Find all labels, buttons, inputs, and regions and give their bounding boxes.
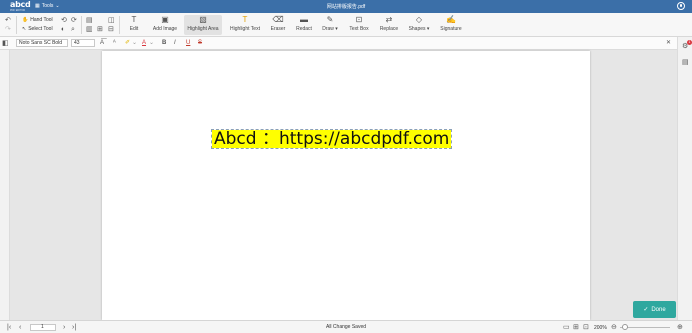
chevron-down-icon[interactable]: ⌄ bbox=[149, 39, 154, 47]
pdf-page[interactable]: Abcd ：https://abcdpdf.com bbox=[102, 51, 590, 320]
document-title: 网站排版报告.pdf bbox=[326, 4, 366, 10]
single-page-view-icon[interactable]: ▭ bbox=[563, 324, 570, 331]
image-icon: ▣ bbox=[161, 15, 169, 24]
tool-edit[interactable]: T Edit bbox=[124, 15, 144, 35]
done-button[interactable]: ✓ Done bbox=[633, 301, 676, 318]
redact-icon: ▬ bbox=[300, 15, 308, 24]
select-tool-label: Select Tool bbox=[28, 26, 53, 32]
redo-icon[interactable]: ↷ bbox=[5, 26, 11, 33]
chevron-down-icon[interactable]: ⌄ bbox=[132, 39, 137, 47]
divider bbox=[16, 16, 17, 34]
shapes-icon: ◇ bbox=[415, 15, 423, 24]
textbox-icon: ⊡ bbox=[355, 15, 363, 24]
status-bar: |‹ ‹ 1 › ›| All Change Saved ▭ ⊞ ⊡ 200% … bbox=[0, 320, 692, 333]
top-bar: abcd PDF EDITOR ▦ Tools ⌄ 网站排版报告.pdf bbox=[0, 0, 692, 13]
rotate-right-icon[interactable]: ⟳ bbox=[71, 17, 77, 24]
columns-icon[interactable]: ◫ bbox=[108, 17, 115, 24]
tool-text-box[interactable]: ⊡ Text Box bbox=[346, 15, 372, 35]
font-family-select[interactable]: Noto Sans SC Bold bbox=[16, 39, 68, 47]
hand-tool-label: Hand Tool bbox=[30, 17, 53, 23]
thumbnail-view-icon[interactable]: ⊞ bbox=[573, 324, 579, 331]
underline-button[interactable]: U bbox=[186, 39, 190, 47]
undo-icon[interactable]: ↶ bbox=[5, 17, 11, 24]
right-panel-rail: ⚙ 1 ▤ bbox=[677, 37, 692, 320]
page-icon[interactable]: ▤ bbox=[86, 17, 93, 24]
zoom-slider-handle[interactable] bbox=[622, 324, 628, 330]
strikethrough-button[interactable]: S bbox=[198, 39, 202, 47]
close-icon[interactable]: ✕ bbox=[666, 39, 671, 47]
font-size-select[interactable]: 43 bbox=[71, 39, 95, 47]
edit-icon: T bbox=[131, 15, 137, 24]
divider bbox=[119, 16, 120, 34]
layout-icon[interactable]: ▥ bbox=[86, 26, 93, 33]
properties-icon[interactable]: ▤ bbox=[682, 59, 689, 66]
highlight-color-icon[interactable]: ✐ bbox=[125, 39, 130, 47]
sidebar-toggle-icon[interactable]: ◧ bbox=[2, 40, 9, 47]
hand-icon: ✋ bbox=[22, 17, 29, 23]
fit-width-icon[interactable]: ⊡ bbox=[583, 324, 589, 331]
divider bbox=[81, 16, 82, 34]
tool-highlight-text[interactable]: T Highlight Text bbox=[226, 15, 264, 35]
bold-button[interactable]: B bbox=[162, 39, 166, 47]
zoom-in-icon[interactable]: ⊕ bbox=[677, 324, 683, 331]
notification-badge: 1 bbox=[687, 40, 692, 45]
text-shrink-icon[interactable]: ᴬ bbox=[113, 39, 116, 47]
replace-icon: ⇄ bbox=[385, 15, 393, 24]
account-icon[interactable] bbox=[677, 2, 685, 10]
highlight-area-icon: ▧ bbox=[199, 15, 207, 24]
tool-shapes[interactable]: ◇ Shapes ▾ bbox=[405, 15, 433, 35]
zoom-out-icon[interactable]: ⊖ bbox=[611, 324, 617, 331]
tool-draw[interactable]: ✎ Draw ▾ bbox=[318, 15, 342, 35]
eraser-icon: ⌫ bbox=[272, 15, 284, 24]
rotate-left-icon[interactable]: ⟲ bbox=[61, 17, 67, 24]
fit-page-icon[interactable]: ⊟ bbox=[108, 26, 114, 33]
contrast-icon[interactable]: ◐ bbox=[61, 26, 65, 33]
done-button-label: Done bbox=[651, 306, 666, 313]
format-bar: ◧ Noto Sans SC Bold 43 A͞ ᴬ ✐ ⌄ A ⌄ B I … bbox=[0, 37, 692, 50]
highlight-text-icon: T bbox=[242, 15, 248, 24]
tool-add-image[interactable]: ▣ Add Image bbox=[148, 15, 182, 35]
cursor-icon: ↖ bbox=[22, 26, 27, 32]
text-color-icon[interactable]: A bbox=[142, 39, 146, 47]
pen-icon: ✎ bbox=[326, 15, 334, 24]
tool-highlight-area[interactable]: ▧ Highlight Area bbox=[184, 15, 222, 35]
main-toolbar: ↶ ↷ ✋ Hand Tool ↖ Select Tool ⟲ ⟳ ◐ ⌕ ▤ … bbox=[0, 13, 692, 37]
tool-signature[interactable]: ✍ Signature bbox=[437, 15, 465, 35]
signature-icon: ✍ bbox=[446, 15, 456, 24]
check-icon: ✓ bbox=[643, 307, 649, 313]
italic-button[interactable]: I bbox=[174, 39, 176, 47]
zoom-level: 200% bbox=[594, 325, 607, 331]
tool-eraser[interactable]: ⌫ Eraser bbox=[266, 15, 290, 35]
tool-redact[interactable]: ▬ Redact bbox=[292, 15, 316, 35]
zoom-icon[interactable]: ⌕ bbox=[71, 26, 75, 33]
text-size-icon[interactable]: A͞ bbox=[100, 39, 104, 47]
thumbnail-icon[interactable]: ⊞ bbox=[97, 26, 103, 33]
hand-tool-button[interactable]: ✋ Hand Tool bbox=[22, 17, 53, 23]
select-tool-button[interactable]: ↖ Select Tool bbox=[22, 26, 53, 32]
left-panel-rail bbox=[0, 50, 10, 320]
tool-replace[interactable]: ⇄ Replace bbox=[376, 15, 402, 35]
highlighted-text-box[interactable]: Abcd ：https://abcdpdf.com bbox=[210, 129, 453, 149]
